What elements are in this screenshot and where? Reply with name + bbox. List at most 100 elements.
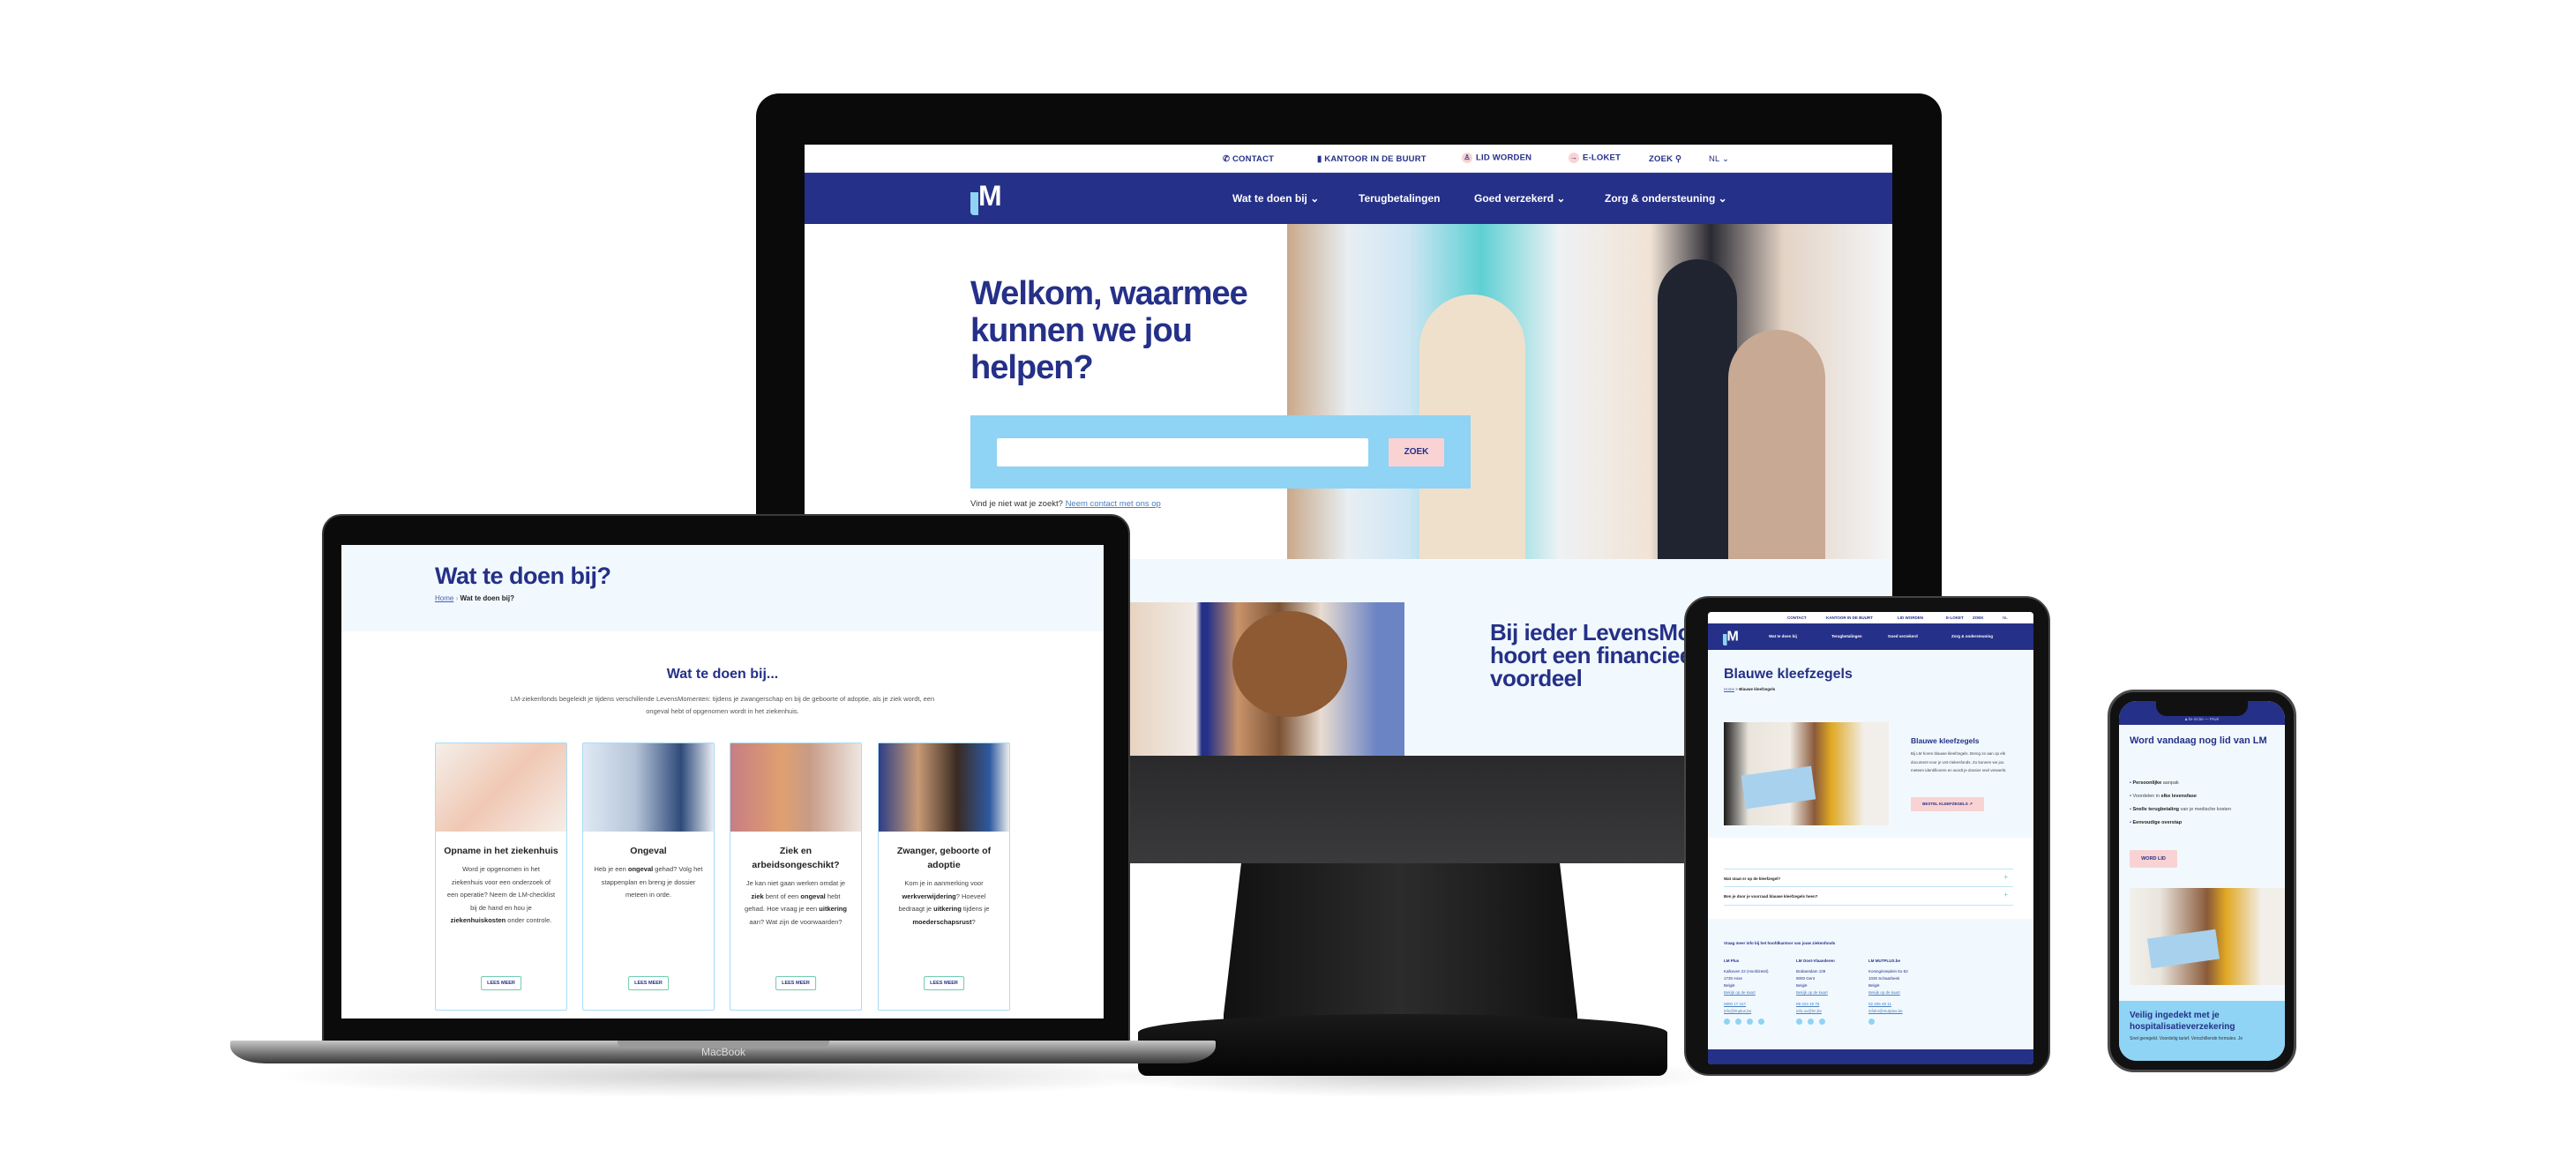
card-description: Heb je een ongeval gehad? Volg het stapp… <box>594 863 703 902</box>
nav-wat-te-doen-bij[interactable]: Wat te doen bij <box>1769 634 1797 638</box>
text-segment: bent of een <box>763 892 801 900</box>
instagram-icon[interactable] <box>1808 1018 1814 1025</box>
language-select[interactable]: NL <box>2003 616 2008 620</box>
language-select[interactable]: NL ⌄ <box>1709 154 1729 164</box>
office-link[interactable]: KANTOOR IN DE BUURT <box>1826 616 1873 620</box>
section-text: Snel geregeld. Voordelig tarief. Verschi… <box>2130 1036 2243 1041</box>
read-more-button[interactable]: LEES MEER <box>628 976 669 990</box>
map-link[interactable]: Bekijk op de kaart <box>1796 989 1835 996</box>
url-bar[interactable]: 🔒︎ lm-ml.be — Privé <box>2119 717 2285 721</box>
card-zwanger[interactable]: Zwanger, geboorte of adoptie Kom je in aa… <box>878 742 1010 1011</box>
url-text: lm-ml.be — Privé <box>2188 717 2220 721</box>
nav-goed-verzekerd[interactable]: Goed verzekerd ⌄ <box>1474 192 1565 205</box>
map-link[interactable]: Bekijk op de kaart <box>1868 989 1908 996</box>
join-link[interactable]: LID WORDEN <box>1898 616 1923 620</box>
emphasis-text: uitkering <box>933 905 962 913</box>
eloket-link[interactable]: → E-LOKET <box>1569 153 1621 163</box>
office-label: KANTOOR IN DE BUURT <box>1324 154 1427 164</box>
utility-bar: ✆ CONTACT ▮ KANTOOR IN DE BUURT ♙ LID WOR… <box>805 145 1892 173</box>
laptop-website: Wat te doen bij? Home › Wat te doen bij?… <box>341 545 1104 1018</box>
search-label: ZOEK <box>1649 154 1674 164</box>
address-line: België <box>1868 983 1880 988</box>
phone-link[interactable]: 0800 17 417 <box>1724 1001 1770 1008</box>
card-image <box>583 743 714 832</box>
card-ongeval[interactable]: Ongeval Heb je een ongeval gehad? Volg he… <box>582 742 715 1011</box>
join-label: LID WORDEN <box>1476 153 1532 163</box>
email-link[interactable]: info.ov@lm.be <box>1796 1008 1835 1015</box>
search-link[interactable]: ZOEK <box>1973 616 1984 620</box>
faq-item[interactable]: Wat staat er op de kleefzegel? + <box>1724 869 2013 887</box>
lm-logo[interactable]: M <box>1723 629 1741 645</box>
order-stickers-button[interactable]: BESTEL KLEEFZEGELS ↗ <box>1911 797 1984 811</box>
benefit-text: Voordelen in elke levensfase <box>2132 794 2196 799</box>
phone-link[interactable]: 09 223 19 76 <box>1796 1001 1835 1008</box>
join-button[interactable]: WORD LID <box>2130 850 2177 868</box>
facebook-icon[interactable] <box>1796 1018 1802 1025</box>
nav-label: Zorg & ondersteuning <box>1605 192 1716 205</box>
card-opname[interactable]: Opname in het ziekenhuis Word je opgenome… <box>435 742 567 1011</box>
search-button[interactable]: ZOEK <box>1389 438 1444 466</box>
youtube-icon[interactable] <box>1758 1018 1764 1025</box>
breadcrumb-current: Wat te doen bij? <box>460 594 514 602</box>
hero-title-line: Welkom, waarmee <box>970 275 1248 312</box>
nav-wat-te-doen-bij[interactable]: Wat te doen bij ⌄ <box>1232 192 1319 205</box>
instagram-icon[interactable] <box>1747 1018 1753 1025</box>
search-panel: ZOEK <box>970 415 1471 489</box>
map-link[interactable]: Bekijk op de kaart <box>1724 989 1770 996</box>
breadcrumb-home[interactable]: Home <box>435 594 453 602</box>
nav-terugbetalingen[interactable]: Terugbetalingen <box>1359 192 1440 205</box>
emphasis-text: Snelle terugbetaling <box>2132 807 2180 812</box>
contact-link[interactable]: Neem contact met ons op <box>1066 499 1161 509</box>
breadcrumb: Home › Wat te doen bij? <box>435 594 514 602</box>
nav-terugbetalingen[interactable]: Terugbetalingen <box>1831 634 1862 638</box>
facebook-icon[interactable] <box>1724 1018 1730 1025</box>
read-more-button[interactable]: LEES MEER <box>775 976 816 990</box>
phone-website: 🔒︎ lm-ml.be — Privé Word vandaag nog lid… <box>2119 701 2285 1061</box>
contact-link[interactable]: ✆ CONTACT <box>1223 154 1274 164</box>
eloket-link[interactable]: E-LOKET <box>1946 616 1964 620</box>
monitor-base <box>1138 1014 1667 1076</box>
emphasis-text: werkverwijdering <box>902 892 956 900</box>
help-text-row: Vind je niet wat je zoekt? Neem contact … <box>970 499 1161 509</box>
read-more-button[interactable]: LEES MEER <box>481 976 521 990</box>
benefit-text: Eenvoudige overstap <box>2132 820 2182 825</box>
chevron-down-icon: ⌄ <box>1307 192 1320 205</box>
faq-question: Wat staat er op de kleefzegel? <box>1724 877 1781 881</box>
email-link[interactable]: info@lmplus.be <box>1724 1008 1770 1015</box>
plus-icon: + <box>2003 891 2008 899</box>
search-link[interactable]: ZOEK ⚲ <box>1649 154 1681 164</box>
footer-column: LM Oost-Vlaanderen Brabantdam 109 9000 Gen… <box>1796 958 1835 1027</box>
read-more-button[interactable]: LEES MEER <box>924 976 964 990</box>
emphasis-text: ziek <box>751 892 764 900</box>
twitter-icon[interactable] <box>1735 1018 1741 1025</box>
emphasis-text: uitkering <box>819 905 847 913</box>
text-segment: Kom je in aanmerking voor <box>904 879 984 887</box>
footer-column: LM MUTPLUS.be Koninginneplein 51-52 1030 S… <box>1868 958 1908 1027</box>
breadcrumb-separator: > <box>1735 687 1738 691</box>
phone-link[interactable]: 02 205 48 11 <box>1868 1001 1908 1008</box>
contact-link[interactable]: CONTACT <box>1787 616 1807 620</box>
nav-zorg-ondersteuning[interactable]: Zorg & ondersteuning ⌄ <box>1605 192 1727 205</box>
footer-column: LM Plus Kalkoven 22 (Hoofdzetel) 1730 Asse… <box>1724 958 1770 1027</box>
youtube-icon[interactable] <box>1819 1018 1825 1025</box>
breadcrumb-home[interactable]: Home <box>1724 687 1734 691</box>
email-link[interactable]: infolm@mutplus.be <box>1868 1008 1908 1015</box>
facebook-icon[interactable] <box>1868 1018 1875 1025</box>
card-ziek[interactable]: Ziek en arbeidsongeschikt? Je kan niet ga… <box>730 742 862 1011</box>
text-segment: Word je opgenomen in het ziekenhuis voor… <box>446 865 556 912</box>
card-description: Kom je in aanmerking voor werkverwijderi… <box>889 877 999 929</box>
login-arrow-icon: → <box>1569 153 1579 163</box>
nav-goed-verzekerd[interactable]: Goed verzekerd <box>1888 634 1918 638</box>
lm-logo[interactable]: M <box>970 182 1006 215</box>
office-link[interactable]: ▮ KANTOOR IN DE BUURT <box>1317 154 1427 164</box>
children-photo <box>1127 602 1404 756</box>
benefit-item: • Voordelen in elke levensfase <box>2130 790 2231 803</box>
page-title: Wat te doen bij? <box>435 563 611 589</box>
card-title: Opname in het ziekenhuis <box>444 846 558 856</box>
faq-item[interactable]: Ben je door je voorraad blauwe kleefzege… <box>1724 887 2013 906</box>
search-input[interactable] <box>997 438 1368 466</box>
nav-zorg-ondersteuning[interactable]: Zorg & ondersteuning <box>1951 634 1993 638</box>
button-label: BESTEL KLEEFZEGELS <box>1922 802 1968 806</box>
join-link[interactable]: ♙ LID WORDEN <box>1462 153 1531 163</box>
card-title: Ziek en arbeidsongeschikt? <box>752 846 840 870</box>
